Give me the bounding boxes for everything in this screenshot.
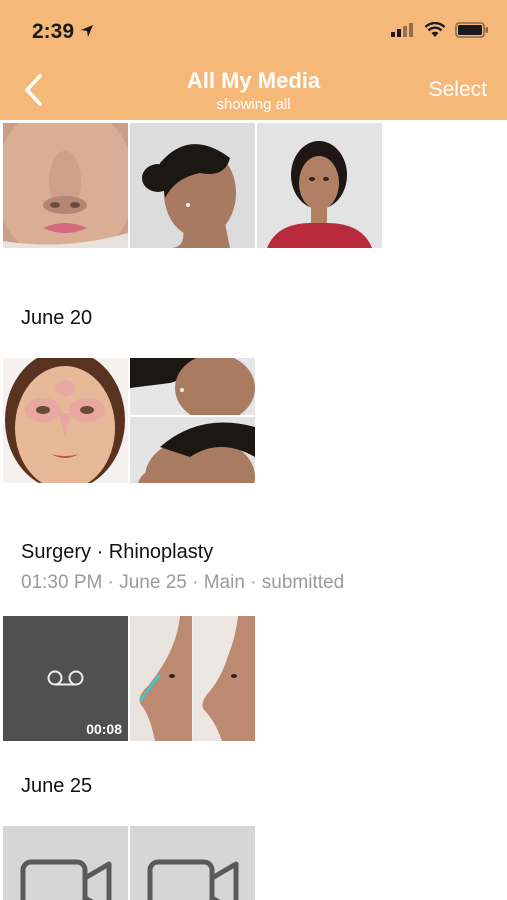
voicemail-thumbnail[interactable]: 00:08	[3, 616, 128, 741]
wifi-icon	[424, 21, 446, 43]
battery-icon	[455, 22, 489, 43]
status-time-text: 2:39	[32, 20, 75, 43]
photo-thumbnail[interactable]	[3, 123, 128, 248]
location-arrow-icon	[80, 20, 94, 44]
photo-thumbnail[interactable]	[130, 358, 255, 415]
audio-duration: 00:08	[86, 721, 122, 737]
video-camera-icon	[147, 859, 239, 900]
signal-icon	[391, 23, 415, 42]
illustration-thumbnail[interactable]	[3, 358, 128, 483]
video-thumbnail[interactable]	[130, 826, 255, 900]
section-header-date: June 20	[21, 307, 93, 329]
event-details: 01:30 PM · June 25 · Main · submitted	[21, 572, 345, 593]
before-after-thumbnail[interactable]	[130, 616, 255, 741]
select-button[interactable]: Select	[429, 78, 487, 102]
video-camera-icon	[20, 859, 112, 900]
photo-thumbnail[interactable]	[257, 123, 382, 248]
photo-thumbnail[interactable]	[130, 123, 255, 248]
section-header-date: June 25	[21, 775, 93, 797]
status-indicators	[391, 21, 489, 43]
event-title: Surgery · Rhinoplasty	[21, 541, 214, 563]
top-bar: 2:39 All My Media showing all Select	[0, 0, 507, 120]
status-time: 2:39	[32, 20, 94, 44]
photo-thumbnail[interactable]	[130, 417, 255, 483]
video-thumbnail[interactable]	[3, 826, 128, 900]
